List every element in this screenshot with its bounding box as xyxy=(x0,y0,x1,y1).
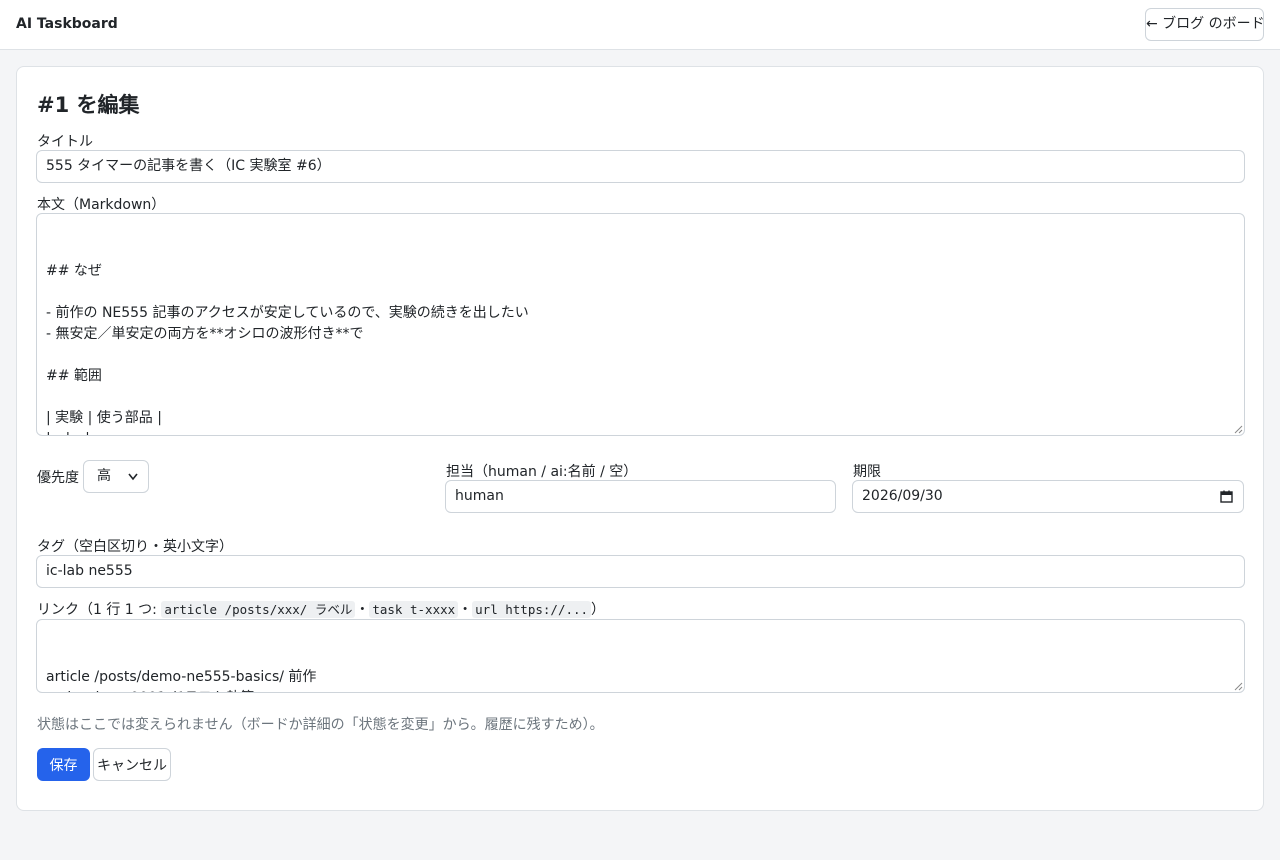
chevron-down-icon xyxy=(128,473,138,481)
body-line: |:--|:--| xyxy=(46,429,1235,435)
body-text: ## なぜ - 前作の NE555 記事のアクセスが安定しているので、実験の続きを… xyxy=(46,261,1235,435)
back-to-board-button[interactable]: ← ブログ のボード xyxy=(1145,8,1265,41)
body-line xyxy=(46,387,1235,408)
body-line xyxy=(46,282,1235,303)
top-bar: AI Taskboard ← ブログ のボード xyxy=(0,0,1280,50)
links-text: article /posts/demo-ne555-basics/ 前作 task… xyxy=(46,667,1235,692)
links-label-sep: ・ xyxy=(458,602,473,618)
links-label-prefix: リンク（1 行 1 つ: xyxy=(37,602,162,618)
resize-handle-icon[interactable] xyxy=(1233,424,1243,434)
tags-label: タグ（空白区切り・英小文字） xyxy=(37,539,233,555)
brand-title: AI Taskboard xyxy=(16,16,118,32)
calendar-icon[interactable] xyxy=(1220,490,1233,503)
body-line: - 前作の NE555 記事のアクセスが安定しているので、実験の続きを出したい xyxy=(46,305,529,321)
save-button[interactable]: 保存 xyxy=(37,748,90,781)
assignee-label: 担当（human / ai:名前 / 空） xyxy=(446,464,638,480)
body-line: - 無安定／単安定の両方を**オシロの波形付き**で xyxy=(46,326,364,342)
links-format-task: task t-xxxx xyxy=(369,601,459,618)
body-textarea[interactable]: ## なぜ - 前作の NE555 記事のアクセスが安定しているので、実験の続きを… xyxy=(36,213,1245,436)
tags-input[interactable]: ic-lab ne555 xyxy=(36,555,1245,588)
title-input[interactable]: 555 タイマーの記事を書く（IC 実験室 #6） xyxy=(36,150,1245,183)
links-label-suffix: ） xyxy=(591,602,606,618)
body-line xyxy=(46,345,1235,366)
body-label: 本文（Markdown） xyxy=(37,197,166,213)
assignee-input[interactable]: human xyxy=(445,480,836,513)
links-line: task t-demo0001 ドラフト執筆 xyxy=(46,688,1235,692)
status-note: 状態はここでは変えられません（ボードか詳細の「状態を変更」から。履歴に残すため）… xyxy=(37,717,604,733)
links-line: article /posts/demo-ne555-basics/ 前作 xyxy=(46,669,317,685)
priority-label: 優先度 xyxy=(37,470,79,486)
body-line: ## 範囲 xyxy=(46,368,102,384)
resize-handle-icon[interactable] xyxy=(1233,681,1243,691)
links-format-article: article /posts/xxx/ ラベル xyxy=(161,601,356,618)
due-label: 期限 xyxy=(853,464,881,480)
title-label: タイトル xyxy=(37,134,93,150)
priority-select[interactable]: 高 xyxy=(83,460,149,493)
page-title: #1 を編集 xyxy=(37,93,140,117)
links-textarea[interactable]: article /posts/demo-ne555-basics/ 前作 task… xyxy=(36,619,1245,693)
cancel-button[interactable]: キャンセル xyxy=(93,748,171,781)
edit-card: #1 を編集 タイトル 555 タイマーの記事を書く（IC 実験室 #6） 本文… xyxy=(16,66,1264,811)
due-date-value: 2026/09/30 xyxy=(862,488,943,504)
links-label: リンク（1 行 1 つ: article /posts/xxx/ ラベル・ tas… xyxy=(37,599,605,619)
body-line: | 実験 | 使う部品 | xyxy=(46,410,162,426)
links-format-url: url https://... xyxy=(472,601,592,618)
due-date-input[interactable]: 2026/09/30 xyxy=(852,480,1244,513)
priority-value: 高 xyxy=(97,468,111,484)
links-label-sep: ・ xyxy=(355,602,370,618)
body-line: ## なぜ xyxy=(46,263,102,279)
